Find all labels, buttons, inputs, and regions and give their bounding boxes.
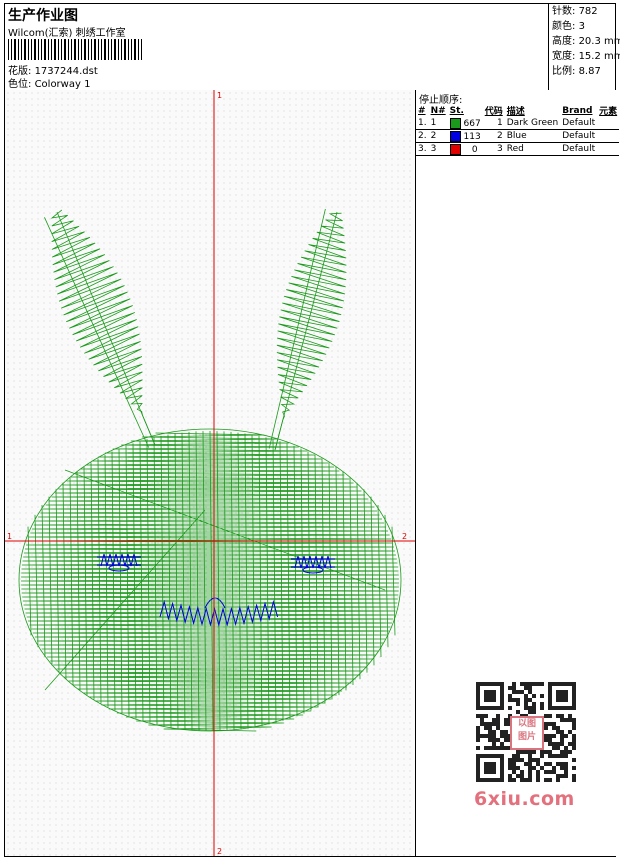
stat-stitches: 针数: 782 — [552, 6, 598, 17]
axis-label-bottom: 2 — [217, 847, 222, 856]
col-element: 元素 — [599, 107, 618, 117]
col-stitches: St. — [449, 105, 464, 116]
stat-width: 宽度: 15.2 mm — [552, 51, 620, 62]
color-swatch — [449, 130, 461, 142]
watermark: 以图 图片 6xiu.com — [466, 678, 588, 818]
design-preview: 1 2 1 2 — [5, 90, 415, 856]
axis-label-top: 1 — [217, 91, 222, 100]
color-swatch — [449, 117, 461, 129]
colorway-info: 色位: Colorway 1 — [8, 75, 90, 90]
colorway-label: 色位: — [8, 79, 32, 90]
stat-scale: 比例: 8.87 — [552, 66, 601, 77]
rabbit-green-stitches — [18, 208, 402, 732]
header-info-block: 生产作业图 Wilcom(汇索) 刺绣工作室 花版: 1737244.dst 色… — [5, 4, 549, 90]
stop-sequence-table: # N# St. 代码 描述 Brand 元素 1. 1 667 1 Dark … — [416, 104, 620, 156]
worksheet-header: 生产作业图 Wilcom(汇索) 刺绣工作室 花版: 1737244.dst 色… — [5, 4, 620, 91]
col-description: 描述 — [506, 107, 525, 117]
col-brand: Brand — [562, 105, 593, 116]
axis-label-right: 2 — [402, 532, 407, 541]
stat-height: 高度: 20.3 mm — [552, 36, 620, 47]
table-row: 3. 3 0 3 Red Default — [416, 142, 620, 156]
stop-sequence-title: 停止顺序: — [419, 95, 463, 106]
colorway-value: Colorway 1 — [34, 79, 91, 90]
barcode-icon — [8, 39, 142, 60]
embroidery-drawing: 1 2 1 2 — [5, 90, 415, 856]
design-stats: 针数: 782 颜色: 3 高度: 20.3 mm 宽度: 15.2 mm 比例… — [549, 4, 620, 79]
company-name: Wilcom(汇索) 刺绣工作室 — [8, 28, 126, 39]
watermark-brand-text: 6xiu.com — [474, 788, 575, 810]
col-code: 代码 — [484, 107, 503, 117]
center-crosshair: 1 2 1 2 — [5, 90, 415, 856]
table-row: 1. 1 667 1 Dark Green Default — [416, 117, 620, 130]
axis-label-left: 1 — [7, 532, 12, 541]
table-row: 2. 2 113 2 Blue Default — [416, 129, 620, 143]
page-title: 生产作业图 — [8, 8, 78, 24]
watermark-seal: 以图 图片 — [510, 716, 544, 750]
color-swatch — [449, 143, 461, 155]
stat-colors: 颜色: 3 — [552, 21, 585, 32]
col-number: N# — [430, 105, 446, 116]
